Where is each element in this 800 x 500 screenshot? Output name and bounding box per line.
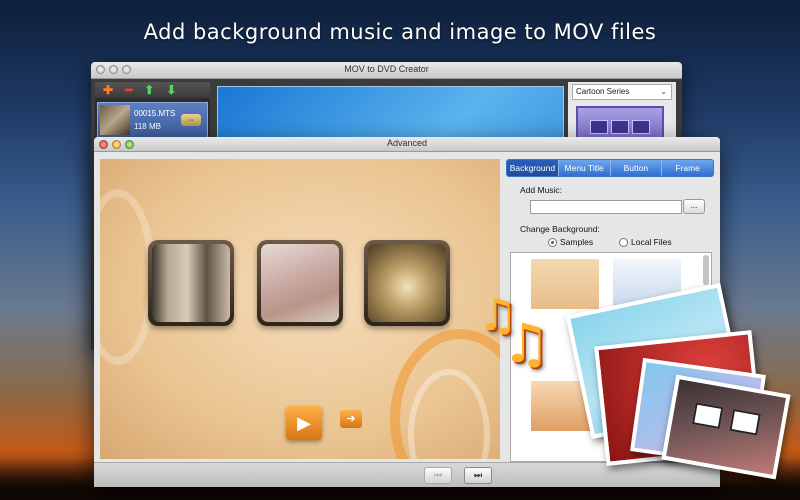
template-dropdown[interactable]: Cartoon Series ⌄	[572, 84, 672, 100]
chapter-image	[368, 244, 446, 322]
chapter-thumbnail[interactable]	[148, 240, 234, 326]
radio-dot	[548, 237, 557, 247]
clip-meta: 00015.MTS 118 MB	[134, 107, 175, 133]
thumb-slot	[590, 120, 608, 134]
tab-bar: Background Menu Title Button Frame	[506, 159, 714, 177]
clip-size: 118 MB	[134, 122, 161, 131]
chevron-down-icon: ⌄	[660, 87, 667, 96]
thumb-slot	[632, 120, 650, 134]
samples-radio[interactable]: Samples	[548, 237, 593, 247]
clip-item[interactable]: 00015.MTS 118 MB ⇔	[97, 102, 208, 138]
frame-window	[729, 408, 761, 436]
clip-thumbnail	[100, 105, 130, 135]
skip-back-icon[interactable]: ⏮	[424, 467, 452, 484]
chapter-image	[261, 244, 339, 322]
thumb-slot	[611, 120, 629, 134]
play-icon[interactable]: ▶	[286, 406, 322, 440]
arrow-right-icon[interactable]: ➜	[340, 410, 362, 428]
headline: Add background music and image to MOV fi…	[143, 20, 657, 44]
radio-dot	[619, 237, 628, 247]
music-path-field[interactable]	[530, 200, 682, 214]
plus-icon[interactable]: ✚	[103, 83, 113, 97]
tab-menu-title[interactable]: Menu Title	[559, 160, 611, 176]
browse-button[interactable]: ...	[683, 199, 705, 214]
local-files-radio[interactable]: Local Files	[619, 237, 672, 247]
music-notes-icon: ♫	[502, 312, 551, 375]
skip-forward-icon[interactable]: ⏭	[464, 467, 492, 484]
arrow-down-icon[interactable]: ⬇	[166, 83, 176, 97]
frame-window	[691, 402, 724, 429]
clip-toolbar: ✚ ━ ⬆ ⬇	[95, 82, 210, 98]
chapter-thumbnail[interactable]	[364, 240, 450, 326]
arrow-up-icon[interactable]: ⬆	[144, 83, 154, 97]
bottom-toolbar: ⏮ ⏭	[94, 462, 720, 487]
advanced-window-titlebar: Advanced	[94, 137, 720, 152]
background-sample[interactable]	[531, 259, 599, 309]
chapter-thumbnail[interactable]	[257, 240, 343, 326]
swap-icon[interactable]: ⇔	[181, 114, 201, 126]
clip-name: 00015.MTS	[134, 109, 176, 118]
tab-frame[interactable]: Frame	[662, 160, 713, 176]
local-files-radio-label: Local Files	[631, 237, 672, 247]
add-music-label: Add Music:	[520, 185, 563, 195]
window-title: Advanced	[386, 138, 428, 148]
window-title: MOV to DVD Creator	[344, 64, 429, 74]
menu-preview: ▶ ➜	[100, 159, 500, 459]
change-background-label: Change Background:	[520, 224, 600, 234]
samples-radio-label: Samples	[560, 237, 594, 247]
scrollbar[interactable]	[703, 255, 709, 285]
tab-button[interactable]: Button	[611, 160, 663, 176]
template-dropdown-value: Cartoon Series	[576, 87, 630, 96]
minus-icon[interactable]: ━	[125, 83, 132, 97]
chapter-image	[152, 244, 230, 322]
main-window-titlebar: MOV to DVD Creator	[91, 62, 682, 79]
tab-background[interactable]: Background	[507, 160, 559, 176]
